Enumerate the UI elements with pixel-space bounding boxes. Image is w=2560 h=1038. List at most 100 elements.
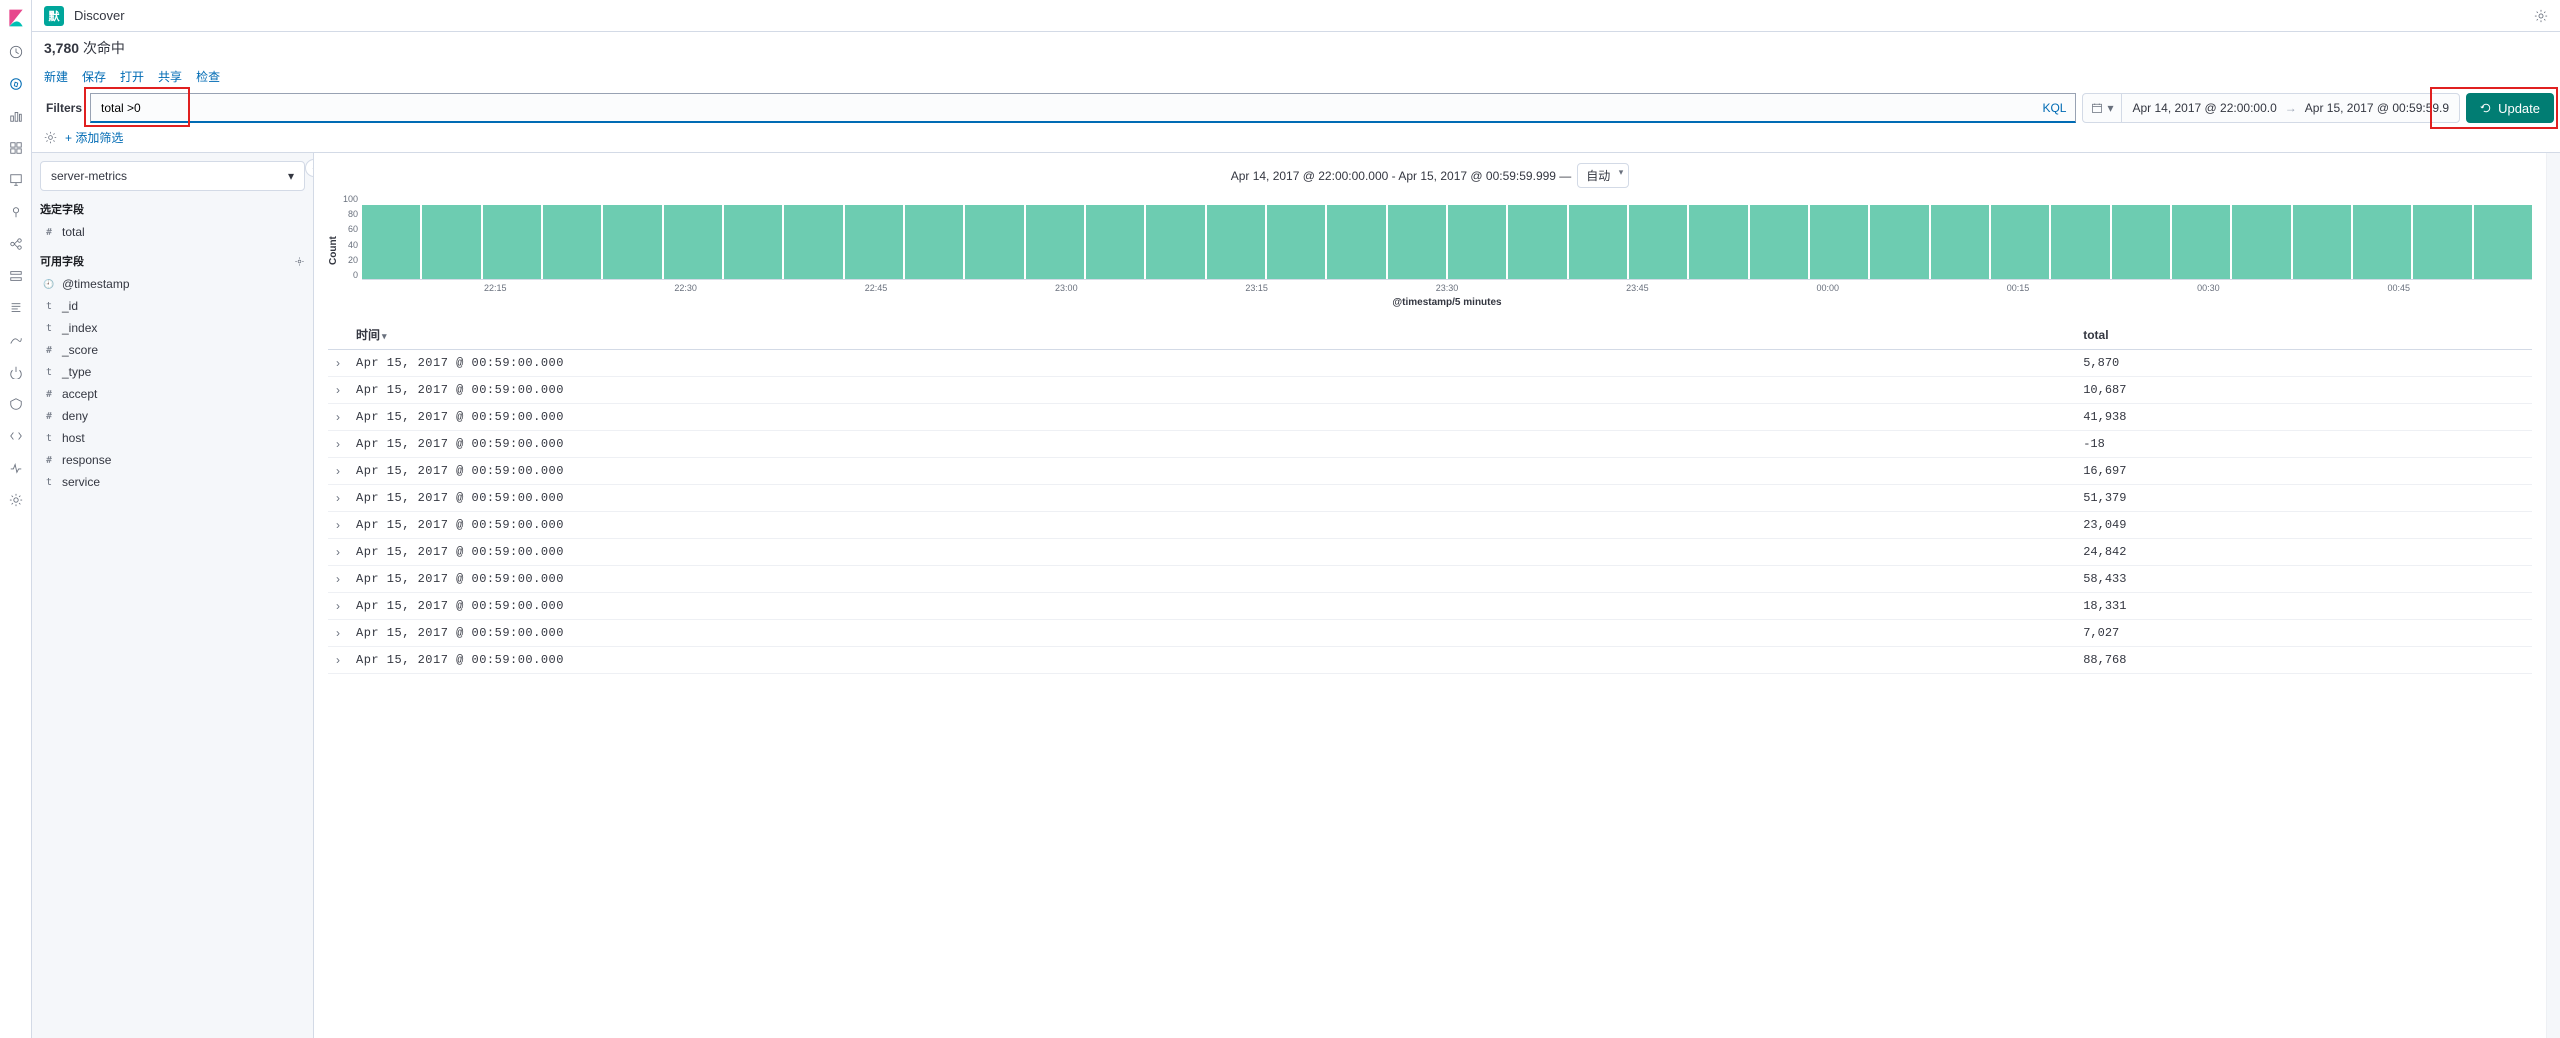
update-button[interactable]: Update	[2466, 93, 2554, 123]
add-filter-button[interactable]: + 添加筛选	[65, 129, 123, 146]
chart-bar[interactable]	[2293, 205, 2351, 279]
chart-bar[interactable]	[1569, 205, 1627, 279]
toolbar-inspect[interactable]: 检查	[196, 68, 220, 85]
nav-visualize-icon[interactable]	[8, 108, 24, 124]
chart-bar[interactable]	[1146, 205, 1204, 279]
index-pattern-value: server-metrics	[51, 169, 127, 183]
chart-bar[interactable]	[2172, 205, 2230, 279]
nav-recent-icon[interactable]	[8, 44, 24, 60]
toolbar-save[interactable]: 保存	[82, 68, 106, 85]
chart-bar[interactable]	[543, 205, 601, 279]
kibana-logo[interactable]	[6, 8, 26, 28]
nav-canvas-icon[interactable]	[8, 172, 24, 188]
expand-row-button[interactable]: ›	[328, 458, 348, 485]
field-item-service[interactable]: tservice	[40, 471, 305, 493]
chart-bar[interactable]	[905, 205, 963, 279]
chart-bar[interactable]	[724, 205, 782, 279]
chart-bar[interactable]	[1267, 205, 1325, 279]
field-item-accept[interactable]: #accept	[40, 383, 305, 405]
nav-monitoring-icon[interactable]	[8, 460, 24, 476]
chart-bar[interactable]	[784, 205, 842, 279]
field-item-timestamp[interactable]: @timestamp	[40, 273, 305, 295]
expand-row-button[interactable]: ›	[328, 620, 348, 647]
kql-toggle[interactable]: KQL	[2042, 101, 2066, 115]
chart-bar[interactable]	[1508, 205, 1566, 279]
nav-uptime-icon[interactable]	[8, 364, 24, 380]
nav-discover-icon[interactable]	[8, 76, 24, 92]
header-settings-icon[interactable]	[2534, 9, 2548, 23]
field-item-deny[interactable]: #deny	[40, 405, 305, 427]
expand-row-button[interactable]: ›	[328, 512, 348, 539]
time-column-header[interactable]: 时间▾	[348, 320, 2075, 350]
chart-bar[interactable]	[1026, 205, 1084, 279]
expand-row-button[interactable]: ›	[328, 350, 348, 377]
toolbar-new[interactable]: 新建	[44, 68, 68, 85]
date-range[interactable]: Apr 14, 2017 @ 22:00:00.0 → Apr 15, 2017…	[2122, 101, 2459, 115]
chart-bars[interactable]	[362, 194, 2532, 280]
chart-bar[interactable]	[2232, 205, 2290, 279]
field-item-index[interactable]: t_index	[40, 317, 305, 339]
chart-bar[interactable]	[965, 205, 1023, 279]
field-item-host[interactable]: thost	[40, 427, 305, 449]
expand-row-button[interactable]: ›	[328, 377, 348, 404]
expand-row-button[interactable]: ›	[328, 593, 348, 620]
nav-ml-icon[interactable]	[8, 236, 24, 252]
expand-row-button[interactable]: ›	[328, 647, 348, 674]
expand-row-button[interactable]: ›	[328, 431, 348, 458]
chart-bar[interactable]	[1870, 205, 1928, 279]
nav-logs-icon[interactable]	[8, 300, 24, 316]
nav-management-icon[interactable]	[8, 492, 24, 508]
filter-settings-icon[interactable]	[44, 131, 57, 144]
toolbar-share[interactable]: 共享	[158, 68, 182, 85]
field-type-icon: #	[42, 345, 56, 356]
chart-bar[interactable]	[483, 205, 541, 279]
chart-bar[interactable]	[1931, 205, 1989, 279]
expand-row-button[interactable]: ›	[328, 404, 348, 431]
chart-bar[interactable]	[603, 205, 661, 279]
chart-bar[interactable]	[1750, 205, 1808, 279]
chart-bar[interactable]	[2474, 205, 2532, 279]
expand-row-button[interactable]: ›	[328, 539, 348, 566]
chart-bar[interactable]	[1086, 205, 1144, 279]
chart-bar[interactable]	[845, 205, 903, 279]
field-item-type[interactable]: t_type	[40, 361, 305, 383]
nav-apm-icon[interactable]	[8, 332, 24, 348]
chart-bar[interactable]	[2413, 205, 2471, 279]
field-filter-icon[interactable]	[294, 256, 305, 267]
chart-bar[interactable]	[2051, 205, 2109, 279]
collapse-sidebar-button[interactable]: ‹	[305, 159, 314, 177]
expand-row-button[interactable]: ›	[328, 566, 348, 593]
field-item-total[interactable]: #total	[40, 221, 305, 243]
chart-bar[interactable]	[1991, 205, 2049, 279]
nav-dashboard-icon[interactable]	[8, 140, 24, 156]
chart-bar[interactable]	[1207, 205, 1265, 279]
chart-bar[interactable]	[1810, 205, 1868, 279]
calendar-button[interactable]: ▾	[2083, 94, 2122, 122]
field-item-score[interactable]: #_score	[40, 339, 305, 361]
nav-siem-icon[interactable]	[8, 396, 24, 412]
field-item-id[interactable]: t_id	[40, 295, 305, 317]
chart-bar[interactable]	[1448, 205, 1506, 279]
chart-bar[interactable]	[1629, 205, 1687, 279]
expand-row-button[interactable]: ›	[328, 485, 348, 512]
chart-bar[interactable]	[362, 205, 420, 279]
chart-bar[interactable]	[2112, 205, 2170, 279]
interval-select[interactable]: 自动	[1577, 163, 1629, 188]
index-pattern-select[interactable]: server-metrics ▾	[40, 161, 305, 191]
nav-maps-icon[interactable]	[8, 204, 24, 220]
chart-bar[interactable]	[664, 205, 722, 279]
field-item-response[interactable]: #response	[40, 449, 305, 471]
toolbar-open[interactable]: 打开	[120, 68, 144, 85]
field-type-icon: t	[42, 367, 56, 378]
nav-dev-icon[interactable]	[8, 428, 24, 444]
cell-time: Apr 15, 2017 @ 00:59:00.000	[348, 647, 2075, 674]
chart-bar[interactable]	[1327, 205, 1385, 279]
total-column-header[interactable]: total	[2075, 320, 2532, 350]
chart-bar[interactable]	[422, 205, 480, 279]
scrollbar[interactable]	[2546, 153, 2560, 1038]
nav-infra-icon[interactable]	[8, 268, 24, 284]
chart-bar[interactable]	[1689, 205, 1747, 279]
chart-bar[interactable]	[1388, 205, 1446, 279]
query-input[interactable]	[90, 93, 2076, 123]
chart-bar[interactable]	[2353, 205, 2411, 279]
